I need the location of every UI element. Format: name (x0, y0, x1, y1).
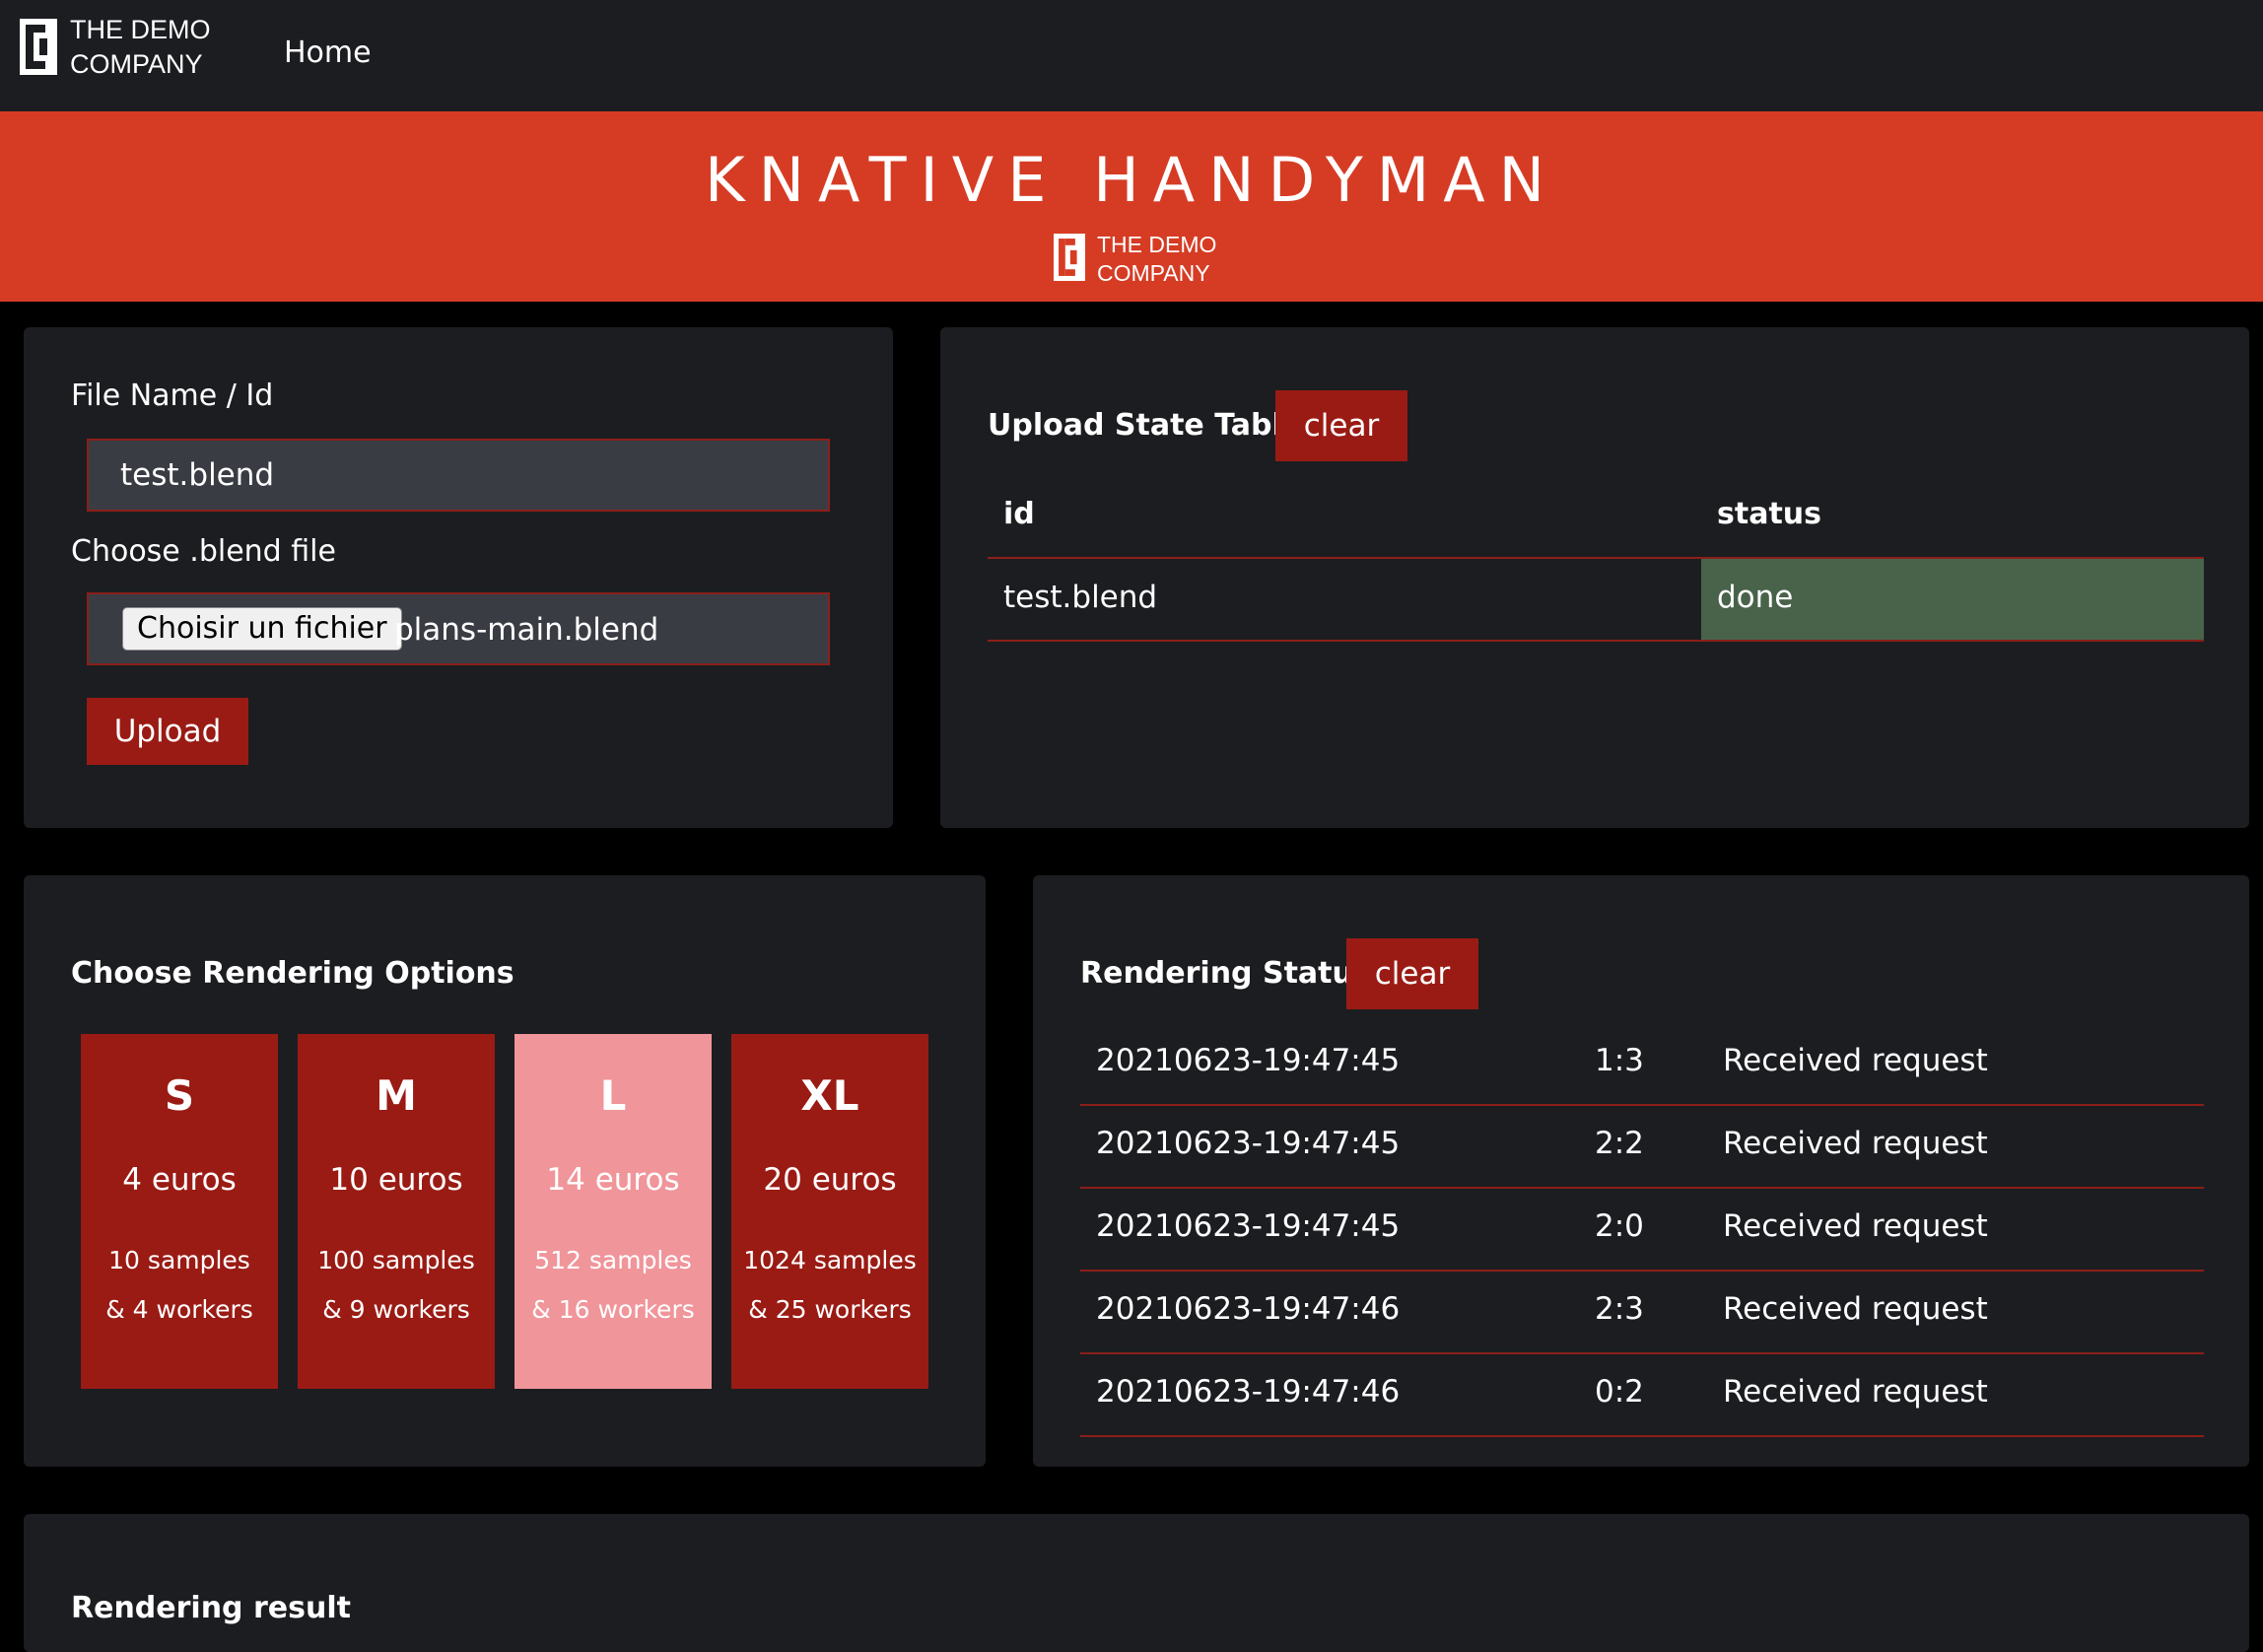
status-message: Received request (1723, 1374, 1988, 1410)
logo-mark-svg (20, 19, 57, 75)
status-row: 20210623-19:47:46 0:2 Received request (1080, 1354, 2204, 1437)
rendering-status-heading: Rendering Status (1080, 956, 1371, 991)
status-timestamp: 20210623-19:47:46 (1096, 1291, 1401, 1327)
upload-form-panel: File Name / Id test.blend Choose .blend … (24, 327, 893, 828)
option-workers: & 25 workers (748, 1295, 912, 1324)
upload-state-panel: Upload State Table clear id status test.… (940, 327, 2249, 828)
option-workers: & 4 workers (105, 1295, 253, 1324)
status-code: 1:3 (1595, 1043, 1644, 1078)
table-cell-id: test.blend (1003, 580, 1158, 615)
upload-state-heading: Upload State Table (988, 408, 1303, 443)
option-samples: 100 samples (317, 1246, 475, 1274)
hero-banner: KNATIVE HANDYMAN THE DEMO COMPANY (0, 111, 2263, 302)
banner-logo-line-2: COMPANY (1097, 260, 1210, 286)
option-price: 20 euros (763, 1162, 897, 1198)
filename-value: test.blend (120, 457, 275, 493)
option-size: S (164, 1071, 195, 1120)
status-message: Received request (1723, 1208, 1988, 1244)
option-samples: 10 samples (108, 1246, 250, 1274)
logo-line-2: COMPANY (70, 49, 203, 79)
table-cell-status: done (1717, 580, 1794, 615)
status-timestamp: 20210623-19:47:46 (1096, 1374, 1401, 1410)
option-price: 14 euros (546, 1162, 680, 1198)
column-header-status: status (1717, 497, 1821, 531)
choose-file-button[interactable]: Choisir un fichier (122, 607, 402, 651)
rendering-status-panel: Rendering Status clear 20210623-19:47:45… (1033, 875, 2249, 1467)
upload-state-clear-button[interactable]: clear (1275, 390, 1407, 461)
banner-title: KNATIVE HANDYMAN (704, 144, 1558, 216)
rendering-result-heading: Rendering result (71, 1591, 351, 1625)
rendering-status-clear-button[interactable]: clear (1346, 938, 1478, 1009)
column-header-id: id (1003, 497, 1035, 531)
option-card-xl[interactable]: XL 20 euros 1024 samples & 25 workers (731, 1034, 928, 1389)
banner-logo-line-1: THE DEMO (1097, 232, 1217, 257)
row-divider (1080, 1435, 2204, 1437)
status-message: Received request (1723, 1291, 1988, 1327)
filename-input[interactable]: test.blend (87, 439, 830, 512)
option-workers: & 16 workers (531, 1295, 695, 1324)
option-card-l[interactable]: L 14 euros 512 samples & 16 workers (514, 1034, 712, 1389)
option-price: 10 euros (329, 1162, 463, 1198)
option-size: M (376, 1071, 417, 1120)
file-input: Choisir un fichier plans-main.blend (87, 592, 830, 665)
rendering-result-panel: Rendering result (24, 1514, 2249, 1652)
rendering-options-panel: Choose Rendering Options S 4 euros 10 sa… (24, 875, 986, 1467)
status-row: 20210623-19:47:45 2:0 Received request (1080, 1189, 2204, 1272)
option-card-m[interactable]: M 10 euros 100 samples & 9 workers (298, 1034, 495, 1389)
filename-label: File Name / Id (71, 379, 274, 413)
option-samples: 512 samples (534, 1246, 692, 1274)
status-code: 2:0 (1595, 1208, 1644, 1244)
logo-line-1: THE DEMO (70, 15, 211, 44)
status-row: 20210623-19:47:45 1:3 Received request (1080, 1023, 2204, 1106)
option-workers: & 9 workers (322, 1295, 470, 1324)
status-row: 20210623-19:47:46 2:3 Received request (1080, 1272, 2204, 1354)
top-navbar: THE DEMO COMPANY Home (0, 0, 2263, 111)
banner-logo-icon (1054, 234, 1085, 281)
choose-file-label: Choose .blend file (71, 534, 336, 569)
status-timestamp: 20210623-19:47:45 (1096, 1126, 1401, 1161)
status-message: Received request (1723, 1126, 1988, 1161)
company-logo-icon[interactable] (20, 19, 57, 75)
option-card-s[interactable]: S 4 euros 10 samples & 4 workers (81, 1034, 278, 1389)
option-size: XL (800, 1071, 859, 1120)
status-code: 2:3 (1595, 1291, 1644, 1327)
status-code: 2:2 (1595, 1126, 1644, 1161)
status-timestamp: 20210623-19:47:45 (1096, 1043, 1401, 1078)
upload-button[interactable]: Upload (87, 698, 248, 765)
company-logo-text[interactable]: THE DEMO COMPANY (70, 13, 211, 82)
rendering-options-heading: Choose Rendering Options (71, 956, 514, 991)
option-size: L (599, 1071, 627, 1120)
status-code: 0:2 (1595, 1374, 1644, 1410)
nav-home-link[interactable]: Home (284, 34, 372, 73)
chosen-file-name: plans-main.blend (394, 612, 659, 648)
banner-logo-text: THE DEMO COMPANY (1097, 231, 1216, 288)
option-price: 4 euros (122, 1162, 237, 1198)
status-row: 20210623-19:47:45 2:2 Received request (1080, 1106, 2204, 1189)
banner-logo-svg (1054, 234, 1085, 281)
status-timestamp: 20210623-19:47:45 (1096, 1208, 1401, 1244)
table-divider (988, 640, 2204, 642)
status-message: Received request (1723, 1043, 1988, 1078)
option-samples: 1024 samples (743, 1246, 917, 1274)
